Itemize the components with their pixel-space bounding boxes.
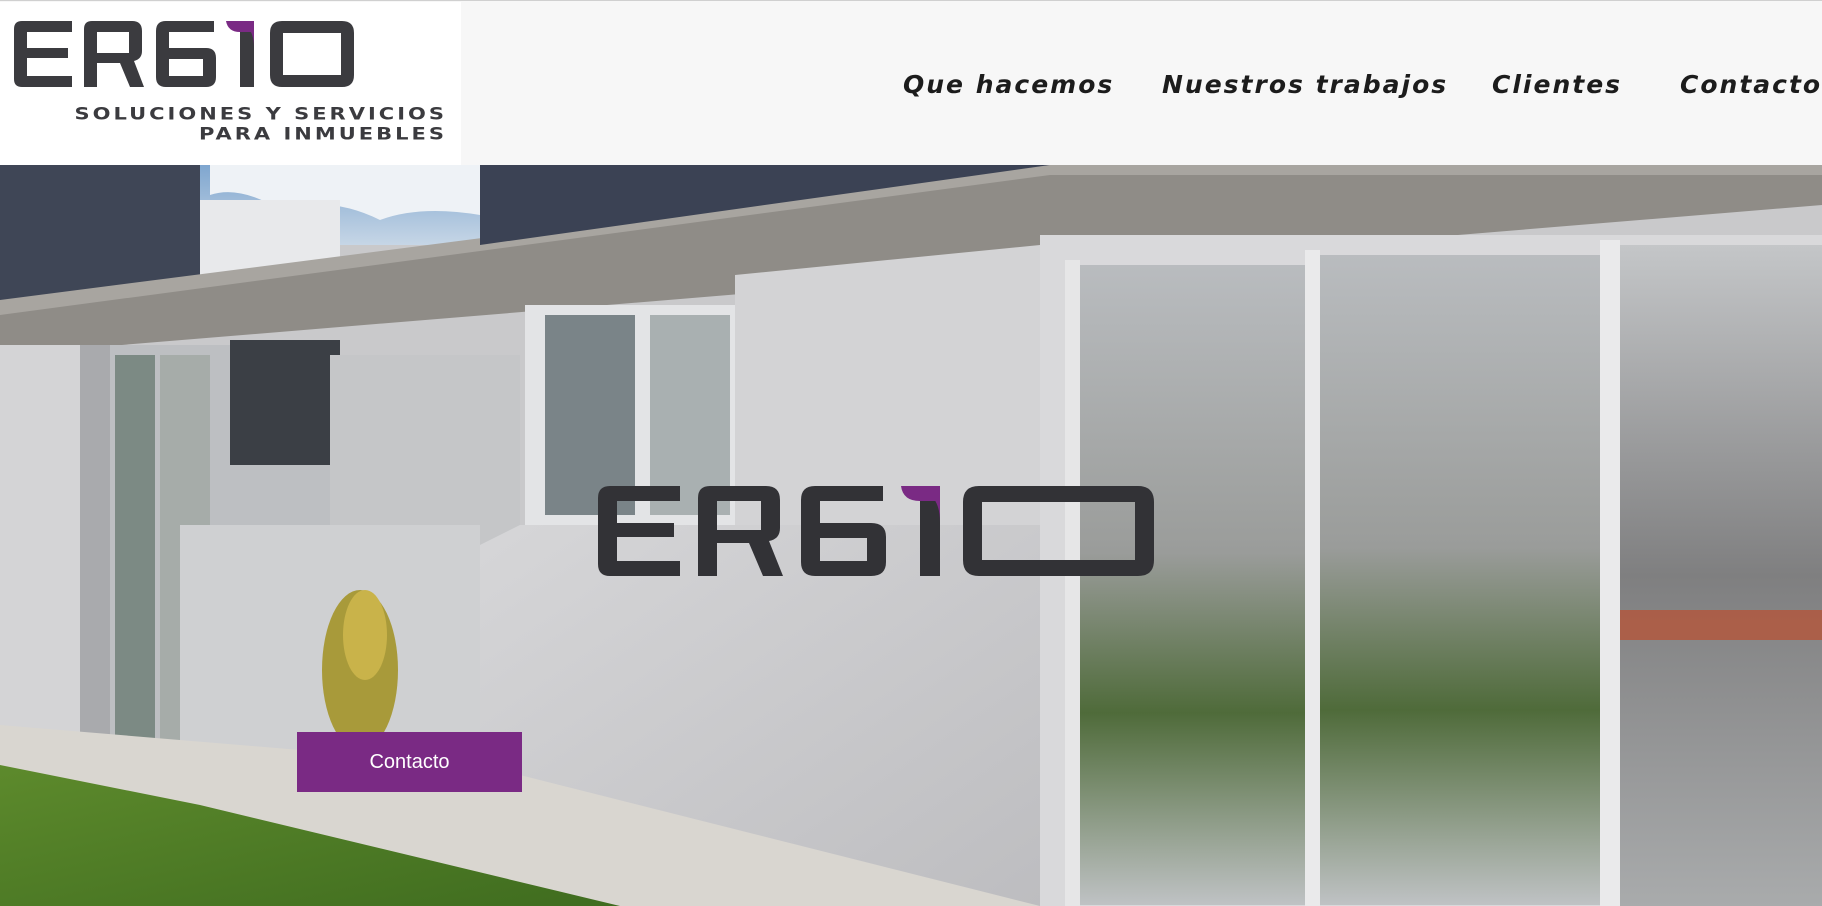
contact-button[interactable]: Contacto <box>297 732 522 792</box>
hero-section: Contacto <box>0 165 1822 906</box>
nav-item-nuestros-trabajos[interactable]: Nuestros trabajos <box>1162 67 1448 103</box>
tagline-line2: para inmuebles <box>199 123 447 144</box>
nav-item-clientes[interactable]: Clientes <box>1492 67 1622 103</box>
nav-item-contacto[interactable]: Contacto <box>1680 67 1822 103</box>
site-header: Soluciones y servicios para inmuebles Qu… <box>0 0 1822 166</box>
tagline-line1: Soluciones y servicios <box>74 104 447 124</box>
main-nav: Que hacemos Nuestros trabajos Clientes C… <box>0 67 1822 103</box>
brand-tagline: Soluciones y servicios para inmuebles <box>74 104 447 143</box>
nav-item-que-hacemos[interactable]: Que hacemos <box>903 67 1114 103</box>
hero-ergio-logo <box>598 486 1154 576</box>
